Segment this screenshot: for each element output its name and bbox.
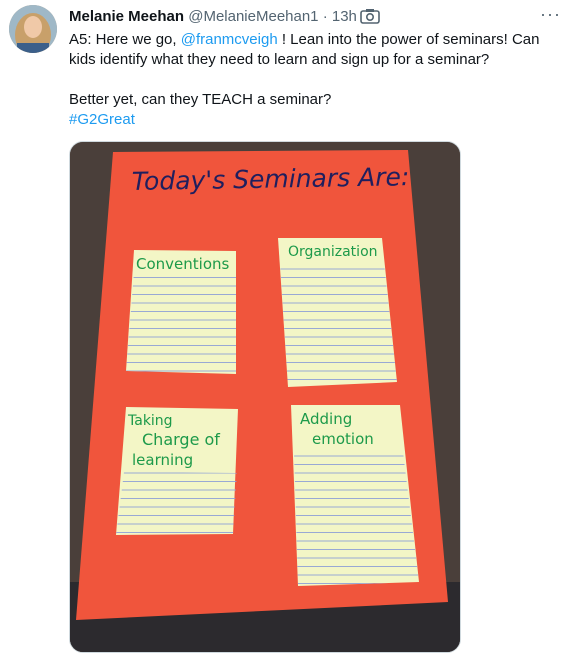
note-label-line: learning — [132, 451, 193, 469]
note-label-line: Taking — [127, 413, 173, 429]
seminar-note-adding-emotion: Adding emotion — [291, 405, 419, 586]
note-label: Conventions — [136, 255, 230, 273]
note-label-line: emotion — [312, 430, 374, 448]
separator-dot: · — [322, 8, 328, 25]
note-label-line: Charge of — [142, 430, 220, 449]
camera-icon — [360, 9, 380, 24]
timestamp[interactable]: 13h — [332, 8, 357, 25]
avatar-image — [9, 5, 57, 53]
more-options-icon[interactable]: ··· — [540, 4, 561, 25]
tweet-paragraph-2: Better yet, can they TEACH a seminar? — [69, 91, 332, 108]
note-label: Organization — [288, 244, 378, 260]
tweet-header: Melanie Meehan @MelanieMeehan1 · 13h — [69, 8, 357, 26]
author-name[interactable]: Melanie Meehan — [69, 8, 184, 25]
hashtag-link[interactable]: #G2Great — [69, 110, 569, 130]
mention-link[interactable]: @franmcveigh — [181, 31, 278, 48]
seminar-note-taking-charge: Taking Charge of learning — [116, 407, 238, 535]
avatar[interactable] — [9, 5, 57, 53]
tweet-paragraph-1: A5: Here we go, @franmcveigh ! Lean into… — [69, 30, 569, 70]
author-handle[interactable]: @MelanieMeehan1 — [188, 8, 318, 25]
board-title: Today's Seminars Are: — [132, 162, 410, 196]
text-segment: A5: Here we go, — [69, 31, 181, 48]
note-label-line: Adding — [300, 410, 352, 428]
seminar-note-conventions: Conventions — [126, 250, 236, 374]
tweet-text: A5: Here we go, @franmcveigh ! Lean into… — [69, 30, 569, 130]
tweet-photo[interactable]: Today's Seminars Are: Conventions Organi… — [69, 141, 461, 653]
seminar-note-organization: Organization — [278, 238, 397, 387]
seminar-board-photo: Today's Seminars Are: Conventions Organi… — [70, 142, 460, 652]
